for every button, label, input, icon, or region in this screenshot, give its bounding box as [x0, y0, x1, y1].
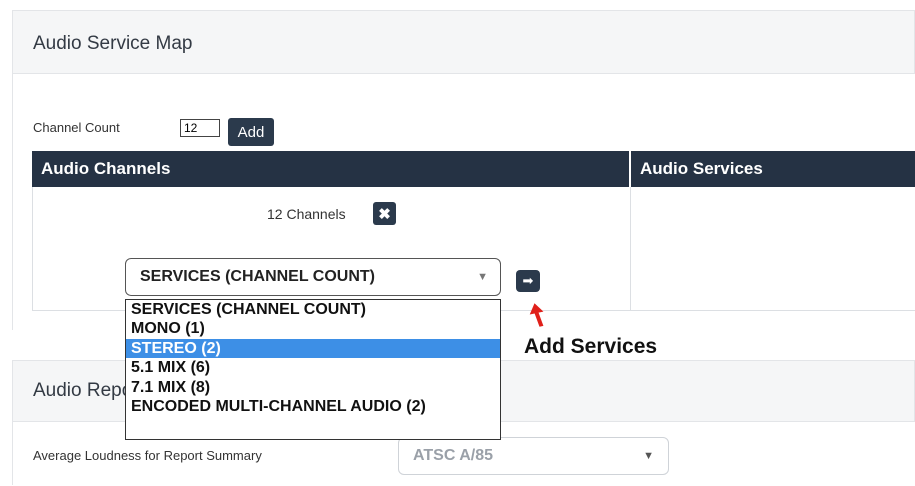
arrow-right-icon: ➡	[522, 273, 534, 288]
add-channels-button[interactable]: Add	[228, 118, 274, 146]
dropdown-option[interactable]: SERVICES (CHANNEL COUNT)	[126, 300, 500, 319]
audio-services-header: Audio Services	[631, 151, 915, 187]
dropdown-option-highlighted[interactable]: STEREO (2)	[126, 338, 500, 359]
channel-count-input[interactable]	[180, 119, 220, 137]
close-icon: ✖	[378, 205, 391, 223]
add-services-button[interactable]: ➡	[516, 270, 540, 292]
panel-title: Audio Service Map	[33, 33, 193, 54]
remove-channels-button[interactable]: ✖	[373, 202, 396, 225]
channel-count-label: Channel Count	[33, 120, 120, 135]
add-services-annotation: Add Services	[524, 335, 658, 358]
audio-services-cell	[631, 187, 915, 311]
channels-summary: 12 Channels	[267, 206, 346, 222]
loudness-select[interactable]: ATSC A/85 ▼	[398, 437, 669, 475]
dropdown-option[interactable]: 5.1 MIX (6)	[126, 358, 500, 377]
chevron-down-icon: ▼	[643, 450, 654, 462]
chevron-down-icon: ▼	[477, 271, 488, 283]
annotation-arrow-icon	[529, 303, 544, 327]
loudness-select-value: ATSC A/85	[413, 447, 494, 464]
dropdown-option[interactable]: MONO (1)	[126, 319, 500, 338]
audio-channels-header: Audio Channels	[32, 151, 629, 187]
services-select[interactable]: SERVICES (CHANNEL COUNT) ▼	[125, 258, 501, 296]
dropdown-option[interactable]: 7.1 MIX (8)	[126, 378, 500, 397]
services-select-value: SERVICES (CHANNEL COUNT)	[140, 268, 375, 285]
dropdown-option[interactable]: ENCODED MULTI-CHANNEL AUDIO (2)	[126, 397, 500, 416]
loudness-label: Average Loudness for Report Summary	[33, 448, 262, 463]
services-dropdown-list: SERVICES (CHANNEL COUNT) MONO (1) STEREO…	[125, 299, 501, 440]
